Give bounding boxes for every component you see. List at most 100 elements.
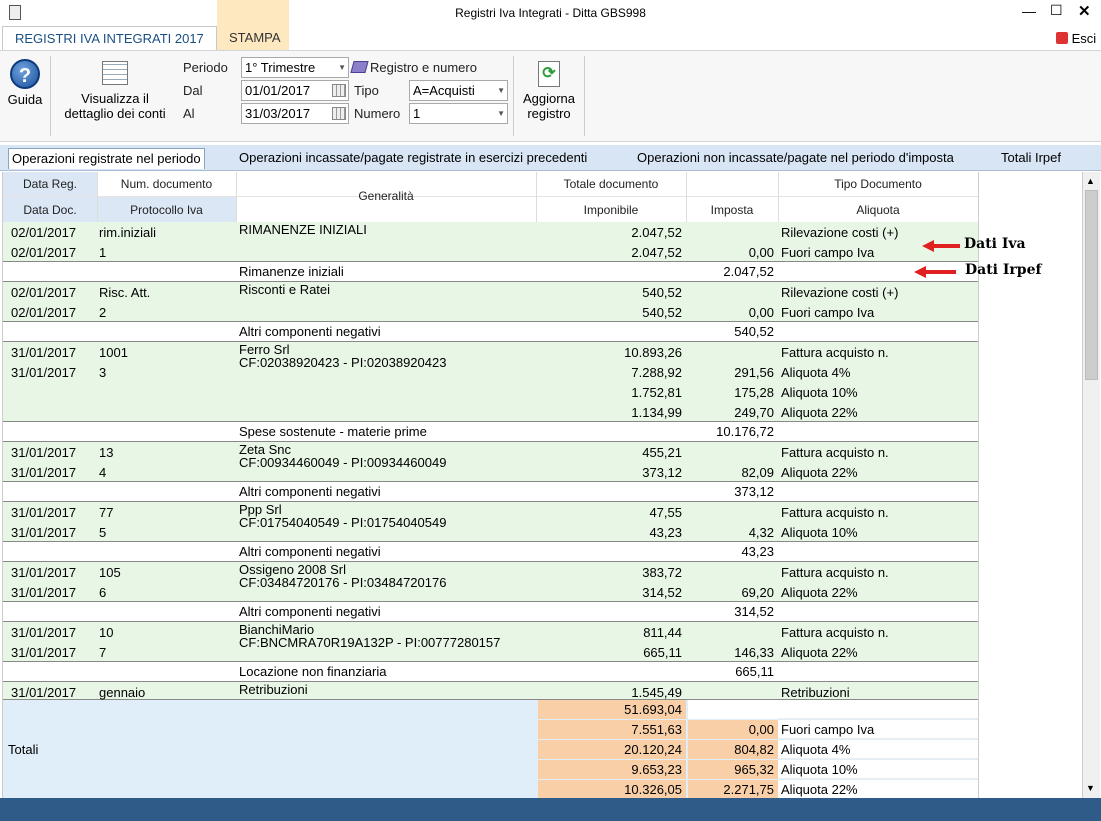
al-field[interactable]: 31/03/2017: [241, 103, 349, 124]
close-button[interactable]: ✕: [1078, 2, 1091, 20]
red-arrow-icon: [914, 266, 956, 278]
tipo-select[interactable]: A=Acquisti ▼: [409, 80, 508, 101]
visualizza-label-1: Visualizza il: [81, 91, 149, 106]
subtotal-row: Altri componenti negativi 540,52: [3, 322, 978, 342]
totals-imponibile: 51.693,04: [624, 702, 682, 717]
title-bar: Registri Iva Integrati - Ditta GBS998 — …: [0, 0, 1101, 26]
totals-imponibile: 10.326,05: [624, 782, 682, 797]
edit-document-icon: [102, 61, 128, 85]
window-title: Registri Iva Integrati - Ditta GBS998: [455, 6, 646, 20]
numero-label: Numero: [354, 106, 401, 121]
totals-imponibile: 20.120,24: [624, 742, 682, 757]
scroll-thumb[interactable]: [1085, 190, 1098, 380]
header-cell: Tipo Documento: [834, 177, 922, 191]
scroll-up-icon[interactable]: ▲: [1086, 176, 1095, 186]
table-row: 31/01/2017 31/01/2017 13 4 Zeta Snc CF:009344…: [3, 442, 978, 482]
numero-select[interactable]: 1 ▼: [409, 103, 508, 124]
subtotal-value: 373,12: [734, 484, 774, 499]
imposta-cell: 146,33: [734, 645, 774, 660]
imposta-cell: 69,20: [741, 585, 774, 600]
totals-imposta: 0,00: [748, 722, 774, 737]
table-row: 31/01/2017 31/01/2017 1001 3 Ferro Srl CF:020…: [3, 342, 978, 422]
esci-label: Esci: [1071, 31, 1097, 46]
tipo-value: A=Acquisti: [413, 83, 475, 98]
tab-operazioni-registrate[interactable]: Operazioni registrate nel periodo: [8, 148, 205, 169]
document-cell: 5: [99, 525, 107, 540]
tab-registri[interactable]: REGISTRI IVA INTEGRATI 2017: [2, 26, 217, 50]
aggiorna-label-2: registro: [527, 106, 571, 121]
esci-button[interactable]: Esci: [1056, 31, 1096, 46]
generalita-cell: CF:03484720176 - PI:03484720176: [239, 575, 447, 590]
divider: [50, 56, 51, 136]
aliquota-cell: Aliquota 22%: [781, 405, 858, 420]
aliquota-cell: Fattura acquisto n.: [781, 505, 889, 520]
tipo-label: Tipo: [354, 83, 379, 98]
aggiorna-button[interactable]: ⟳ Aggiorna registro: [517, 61, 581, 121]
minimize-button[interactable]: —: [1022, 3, 1036, 19]
imposta-cell: 4,32: [748, 525, 774, 540]
subtotal-value: 2.047,52: [723, 264, 774, 279]
generalita-cell: Retribuzioni: [239, 682, 308, 697]
divider: [584, 56, 585, 136]
visualizza-button[interactable]: Visualizza il dettaglio dei conti: [55, 61, 175, 121]
vertical-scrollbar[interactable]: ▲ ▼: [1082, 172, 1100, 798]
document-cell: 77: [99, 505, 114, 520]
aggiorna-label-1: Aggiorna: [522, 91, 576, 106]
red-arrow-icon: [922, 240, 960, 252]
totals-aliquota: Aliquota 22%: [781, 782, 858, 797]
maximize-button[interactable]: ☐: [1050, 2, 1063, 19]
subtotal-row: Spese sostenute - materie prime 10.176,72: [3, 422, 978, 442]
tab-non-incassate[interactable]: Operazioni non incassate/pagate nel peri…: [634, 148, 957, 169]
imposta-cell: 82,09: [741, 465, 774, 480]
document-cell: 6: [99, 585, 107, 600]
dal-value: 01/01/2017: [245, 83, 311, 98]
status-bar: [0, 798, 1101, 821]
periodo-select[interactable]: 1° Trimestre ▼: [241, 57, 349, 78]
table-row: 31/01/2017 31/01/2017 105 6 Ossigeno 2008 Sr…: [3, 562, 978, 602]
imponibile-cell: 43,23: [649, 525, 682, 540]
date-cell: 31/01/2017: [11, 505, 77, 520]
imponibile-cell: 7.288,92: [631, 365, 682, 380]
subtotal-value: 665,11: [735, 664, 774, 679]
visualizza-label-2: dettaglio dei conti: [64, 106, 166, 121]
tab-totali-irpef[interactable]: Totali Irpef: [998, 148, 1064, 169]
totals-cell-bg: [688, 700, 778, 719]
document-cell: 3: [99, 365, 107, 380]
totals-imponibile: 9.653,23: [631, 762, 682, 777]
document-cell: 105: [99, 565, 121, 580]
tab-esercizi-precedenti[interactable]: Operazioni incassate/pagate registrate i…: [236, 148, 590, 169]
date-cell: 02/01/2017: [11, 225, 77, 240]
periodo-value: 1° Trimestre: [245, 60, 316, 75]
imponibile-cell: 2.047,52: [631, 225, 682, 240]
totals-label: Totali: [8, 742, 39, 757]
registro-label: Registro e numero: [370, 60, 477, 75]
aliquota-cell: Rilevazione costi (+): [781, 225, 899, 240]
header-cell: Data Reg.: [22, 177, 78, 191]
imponibile-cell: 540,52: [642, 285, 682, 300]
subtotal-row: Altri componenti negativi 43,23: [3, 542, 978, 562]
subtotal-label: Altri componenti negativi: [239, 324, 381, 339]
table-row: 02/01/2017 02/01/2017 rim.iniziali 1 RIMANEN…: [3, 222, 978, 262]
date-cell: 31/01/2017: [11, 345, 77, 360]
document-cell: 4: [99, 465, 107, 480]
tab-stampa[interactable]: STAMPA: [217, 0, 289, 50]
totals-block: Totali 51.693,04 7.551,63 0,00 Fuori campo I…: [3, 700, 978, 798]
aliquota-cell: Fattura acquisto n.: [781, 625, 889, 640]
book-icon: [350, 61, 369, 73]
date-cell: 02/01/2017: [11, 305, 77, 320]
subtotal-value: 540,52: [734, 324, 774, 339]
subtotal-row: Rimanenze iniziali 2.047,52: [3, 262, 978, 282]
dal-field[interactable]: 01/01/2017: [241, 80, 349, 101]
header-cell: Totale documento: [563, 177, 659, 191]
date-cell: 31/01/2017: [11, 465, 77, 480]
subtotal-row: Altri componenti negativi 373,12: [3, 482, 978, 502]
guida-button[interactable]: ? Guida: [6, 59, 44, 107]
date-cell: 31/01/2017: [11, 645, 77, 660]
header-generalita: Generalità: [358, 189, 414, 203]
scroll-down-icon[interactable]: ▼: [1086, 783, 1095, 793]
calendar-icon[interactable]: [332, 84, 346, 97]
imponibile-cell: 2.047,52: [631, 245, 682, 260]
imposta-cell: 249,70: [734, 405, 774, 420]
subtotal-label: Altri componenti negativi: [239, 604, 381, 619]
calendar-icon[interactable]: [332, 107, 346, 120]
